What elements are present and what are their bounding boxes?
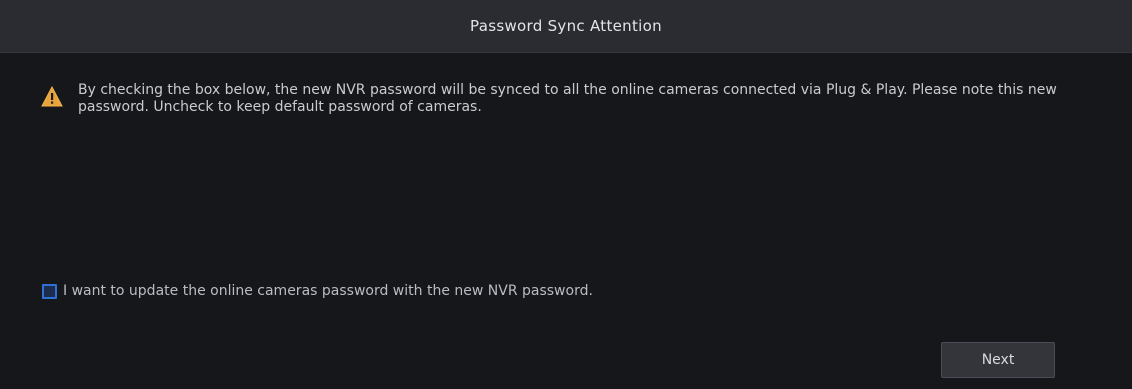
update-password-checkbox[interactable] bbox=[42, 283, 57, 299]
update-password-checkbox-row[interactable]: I want to update the online cameras pass… bbox=[42, 283, 593, 299]
dialog-titlebar: Password Sync Attention bbox=[0, 0, 1132, 53]
dialog-title: Password Sync Attention bbox=[470, 17, 662, 35]
next-button[interactable]: Next bbox=[941, 342, 1055, 378]
warning-message: By checking the box below, the new NVR p… bbox=[78, 82, 1057, 115]
update-password-checkbox-label[interactable]: I want to update the online cameras pass… bbox=[63, 283, 593, 299]
warning-triangle-icon bbox=[41, 86, 63, 107]
password-sync-dialog: Password Sync Attention By checking the … bbox=[0, 0, 1132, 389]
